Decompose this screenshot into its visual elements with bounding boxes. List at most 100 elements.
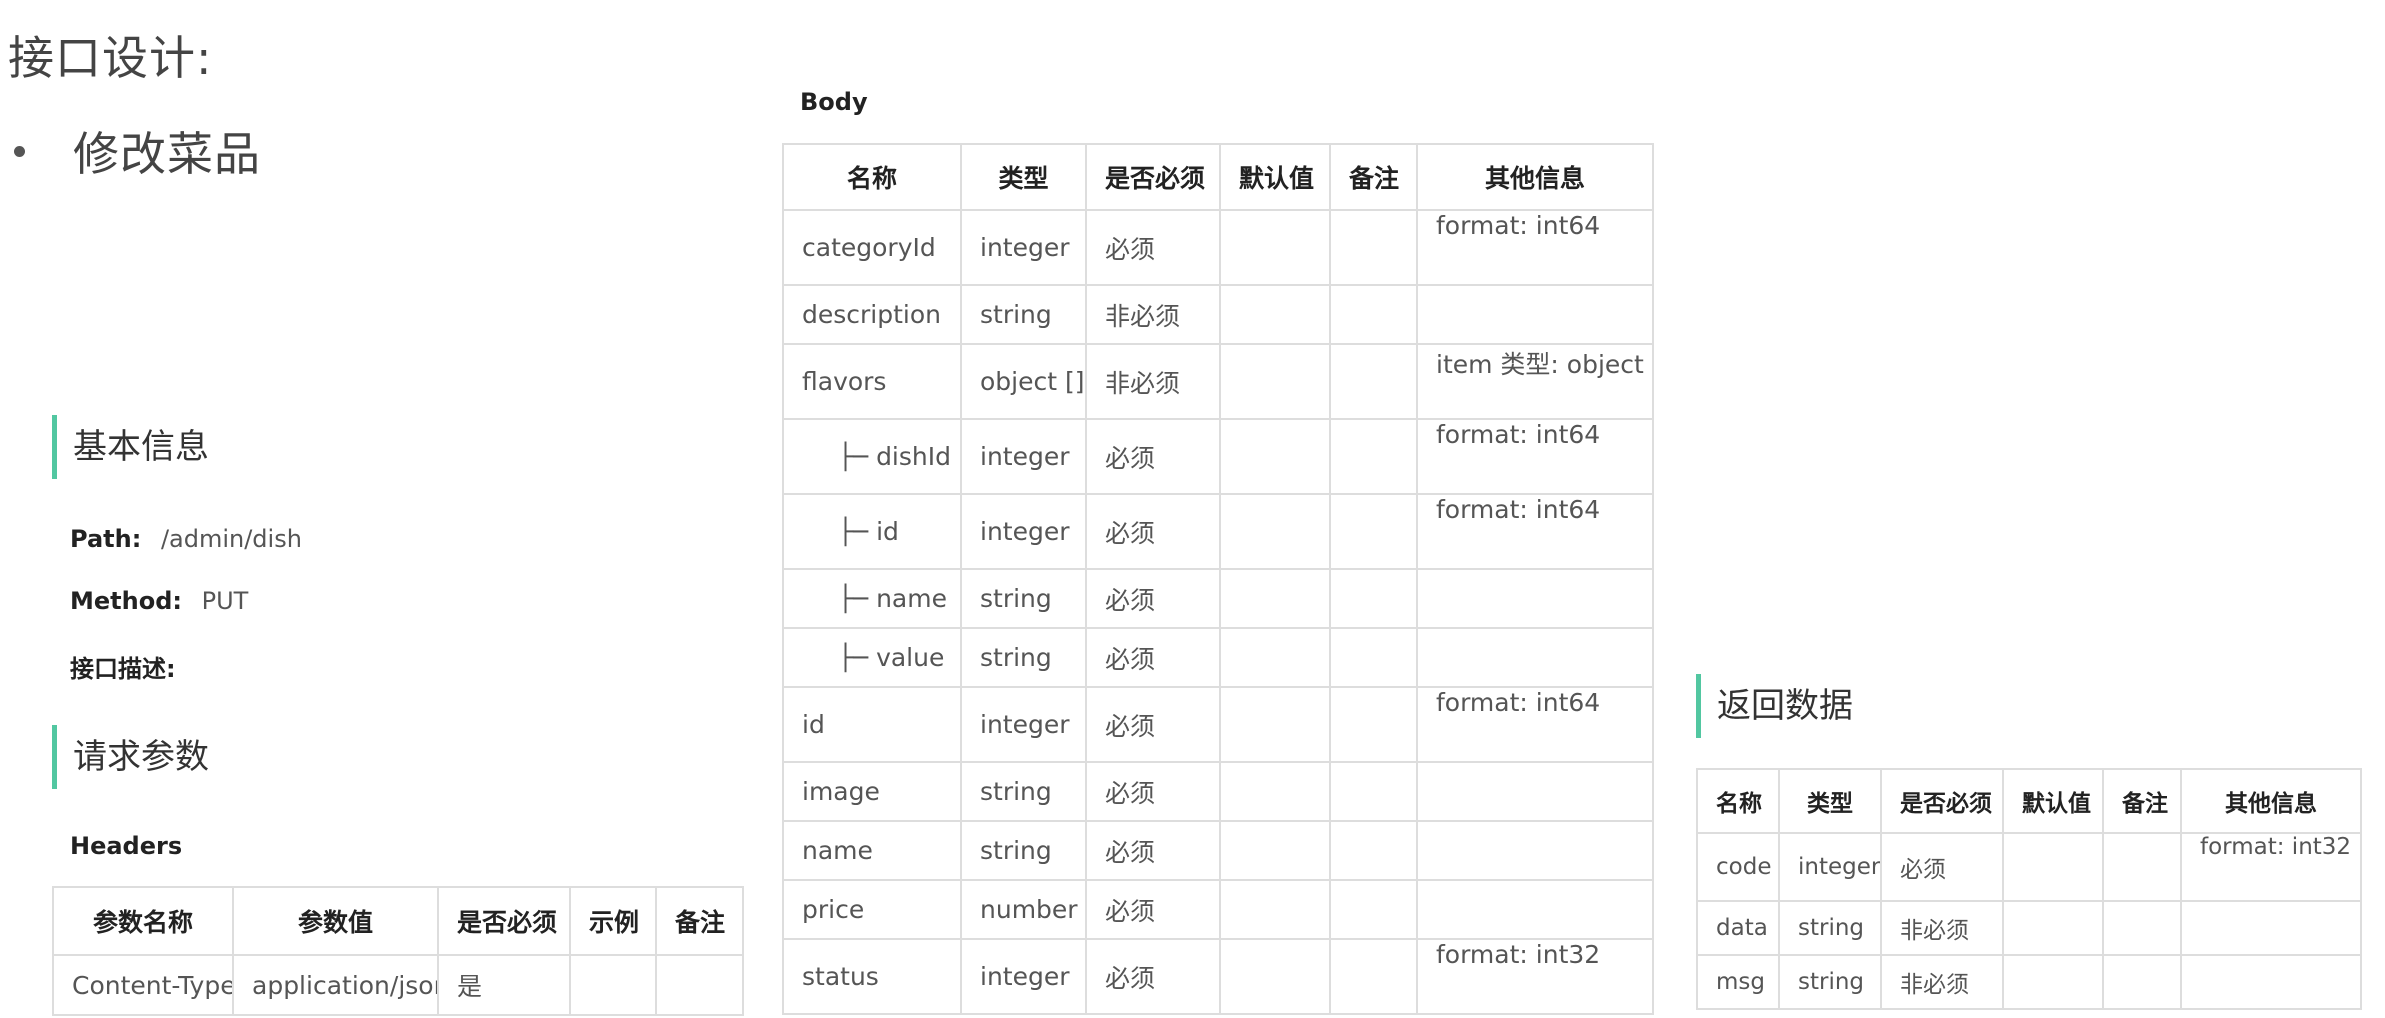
cell-type: string	[960, 284, 1087, 345]
cell-default	[1219, 820, 1331, 881]
section-heading-basic-info: 基本信息	[52, 415, 209, 479]
body-label: Body	[800, 88, 868, 116]
cell-required: 必须	[1085, 418, 1221, 495]
cell-other	[1416, 284, 1654, 345]
cell-default	[1219, 627, 1331, 688]
column-header: 类型	[960, 143, 1087, 211]
cell-other	[1416, 820, 1654, 881]
cell-type: string	[960, 568, 1087, 629]
cell-other: format: int64	[1416, 493, 1654, 570]
cell: application/json	[232, 954, 439, 1016]
tree-branch-icon: ├─	[838, 517, 869, 546]
description-row: 接口描述:	[70, 649, 176, 684]
column-header: 其他信息	[2180, 768, 2362, 834]
table-row: data string 非必须	[1696, 900, 2362, 956]
cell-other: format: int64	[1416, 686, 1654, 763]
cell-name: description	[782, 284, 962, 345]
cell	[569, 954, 657, 1016]
table-row: categoryId integer 必须 format: int64	[782, 209, 1654, 286]
cell-name: status	[782, 938, 962, 1015]
cell-other	[2180, 954, 2362, 1010]
page-title: 接口设计:	[8, 31, 213, 85]
cell-other	[1416, 879, 1654, 940]
cell-name: categoryId	[782, 209, 962, 286]
table-row: flavors object [] 非必须 item 类型: object	[782, 343, 1654, 420]
path-label: Path:	[70, 525, 142, 553]
description-label: 接口描述:	[70, 655, 176, 683]
tree-branch-icon: ├─	[838, 584, 869, 613]
cell-note	[2102, 954, 2182, 1010]
table-header-row: 名称 类型 是否必须 默认值 备注 其他信息	[782, 143, 1654, 211]
column-header: 默认值	[2002, 768, 2104, 834]
cell-name: price	[782, 879, 962, 940]
cell-other: format: int32	[1416, 938, 1654, 1015]
table-row: Content-Type application/json 是	[52, 954, 744, 1016]
table-row: ├─ value string 必须	[782, 627, 1654, 688]
table-header-row: 名称 类型 是否必须 默认值 备注 其他信息	[1696, 768, 2362, 834]
cell-other: format: int64	[1416, 418, 1654, 495]
cell-default	[1219, 209, 1331, 286]
column-header: 是否必须	[437, 886, 571, 956]
cell-required: 非必须	[1880, 954, 2004, 1010]
column-header: 备注	[2102, 768, 2182, 834]
method-label: Method:	[70, 587, 182, 615]
cell-name: data	[1696, 900, 1780, 956]
tree-branch-icon: ├─	[838, 643, 869, 672]
cell-note	[1329, 418, 1418, 495]
cell-default	[1219, 418, 1331, 495]
table-row: status integer 必须 format: int32	[782, 938, 1654, 1015]
headers-table: 参数名称 参数值 是否必须 示例 备注 Content-Type applica…	[52, 886, 744, 1016]
method-row: Method: PUT	[70, 587, 248, 615]
column-header: 名称	[1696, 768, 1780, 834]
table-row: id integer 必须 format: int64	[782, 686, 1654, 763]
cell-required: 必须	[1085, 761, 1221, 822]
cell-note	[1329, 284, 1418, 345]
field-name: dishId	[876, 442, 951, 471]
cell-required: 必须	[1085, 879, 1221, 940]
cell-note	[1329, 820, 1418, 881]
cell-default	[2002, 832, 2104, 902]
cell	[655, 954, 744, 1016]
cell-required: 必须	[1085, 938, 1221, 1015]
cell-required: 必须	[1085, 209, 1221, 286]
cell-type: integer	[960, 938, 1087, 1015]
cell-required: 必须	[1085, 493, 1221, 570]
cell-required: 非必须	[1085, 284, 1221, 345]
cell-default	[1219, 686, 1331, 763]
bullet-item: 修改菜品	[8, 118, 261, 184]
column-header: 示例	[569, 886, 657, 956]
field-name: value	[876, 643, 945, 672]
body-table: 名称 类型 是否必须 默认值 备注 其他信息 categoryId intege…	[782, 143, 1654, 1015]
table-row: code integer 必须 format: int32	[1696, 832, 2362, 902]
column-header: 是否必须	[1085, 143, 1221, 211]
column-header: 参数值	[232, 886, 439, 956]
cell-name: image	[782, 761, 962, 822]
cell-note	[1329, 761, 1418, 822]
table-row: image string 必须	[782, 761, 1654, 822]
cell-type: integer	[960, 418, 1087, 495]
cell-note	[1329, 568, 1418, 629]
column-header: 备注	[655, 886, 744, 956]
cell-note	[1329, 879, 1418, 940]
cell-required: 必须	[1085, 686, 1221, 763]
cell-other: item 类型: object	[1416, 343, 1654, 420]
column-header: 参数名称	[52, 886, 234, 956]
cell-type: string	[1778, 954, 1882, 1010]
cell-note	[1329, 627, 1418, 688]
cell-note	[1329, 209, 1418, 286]
column-header: 类型	[1778, 768, 1882, 834]
cell-name: ├─ name	[782, 568, 962, 629]
cell-name: flavors	[782, 343, 962, 420]
cell-note	[1329, 493, 1418, 570]
table-row: price number 必须	[782, 879, 1654, 940]
cell-required: 必须	[1085, 568, 1221, 629]
path-row: Path: /admin/dish	[70, 525, 302, 553]
cell-default	[2002, 954, 2104, 1010]
cell-required: 必须	[1085, 627, 1221, 688]
table-row: msg string 非必须	[1696, 954, 2362, 1010]
table-row: name string 必须	[782, 820, 1654, 881]
cell: 是	[437, 954, 571, 1016]
cell-type: string	[1778, 900, 1882, 956]
cell-type: number	[960, 879, 1087, 940]
column-header: 其他信息	[1416, 143, 1654, 211]
